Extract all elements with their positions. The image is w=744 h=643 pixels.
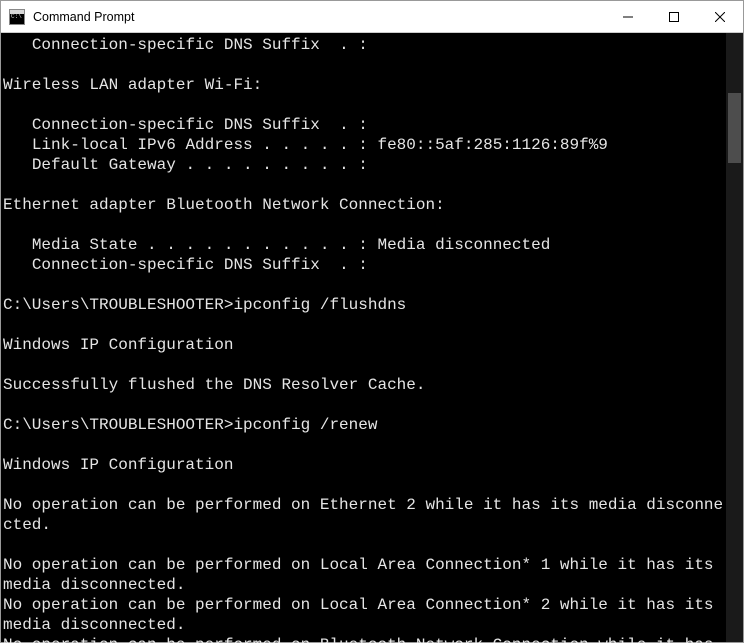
- scrollbar[interactable]: [726, 33, 743, 642]
- cmd-icon: [9, 9, 25, 25]
- terminal-line: [3, 395, 726, 415]
- terminal-line: C:\Users\TROUBLESHOOTER>ipconfig /flushd…: [3, 295, 726, 315]
- terminal-line: [3, 55, 726, 75]
- maximize-button[interactable]: [651, 1, 697, 32]
- terminal-line: [3, 435, 726, 455]
- terminal-line: Default Gateway . . . . . . . . . :: [3, 155, 726, 175]
- terminal-line: Wireless LAN adapter Wi-Fi:: [3, 75, 726, 95]
- client-area: Connection-specific DNS Suffix . : Wirel…: [1, 33, 743, 642]
- terminal-line: No operation can be performed on Local A…: [3, 595, 726, 635]
- terminal-line: Windows IP Configuration: [3, 455, 726, 475]
- titlebar[interactable]: Command Prompt: [1, 1, 743, 33]
- terminal-line: Link-local IPv6 Address . . . . . : fe80…: [3, 135, 726, 155]
- terminal-line: Windows IP Configuration: [3, 335, 726, 355]
- window-controls: [605, 1, 743, 32]
- terminal-line: [3, 355, 726, 375]
- terminal-line: No operation can be performed on Bluetoo…: [3, 635, 726, 643]
- terminal-line: [3, 215, 726, 235]
- terminal-line: Connection-specific DNS Suffix . :: [3, 255, 726, 275]
- terminal-line: [3, 475, 726, 495]
- window-title: Command Prompt: [33, 10, 605, 24]
- terminal-line: [3, 275, 726, 295]
- terminal-line: C:\Users\TROUBLESHOOTER>ipconfig /renew: [3, 415, 726, 435]
- terminal-line: No operation can be performed on Local A…: [3, 555, 726, 595]
- terminal-line: [3, 175, 726, 195]
- terminal-line: Ethernet adapter Bluetooth Network Conne…: [3, 195, 726, 215]
- terminal-line: [3, 95, 726, 115]
- terminal-output[interactable]: Connection-specific DNS Suffix . : Wirel…: [1, 33, 726, 642]
- scrollbar-thumb[interactable]: [728, 93, 741, 163]
- terminal-line: Connection-specific DNS Suffix . :: [3, 35, 726, 55]
- close-button[interactable]: [697, 1, 743, 32]
- minimize-button[interactable]: [605, 1, 651, 32]
- terminal-line: Connection-specific DNS Suffix . :: [3, 115, 726, 135]
- terminal-line: Successfully flushed the DNS Resolver Ca…: [3, 375, 726, 395]
- window: Command Prompt Connection-specific DNS S…: [0, 0, 744, 643]
- terminal-line: [3, 315, 726, 335]
- terminal-line: No operation can be performed on Etherne…: [3, 495, 726, 535]
- terminal-line: [3, 535, 726, 555]
- terminal-line: Media State . . . . . . . . . . . : Medi…: [3, 235, 726, 255]
